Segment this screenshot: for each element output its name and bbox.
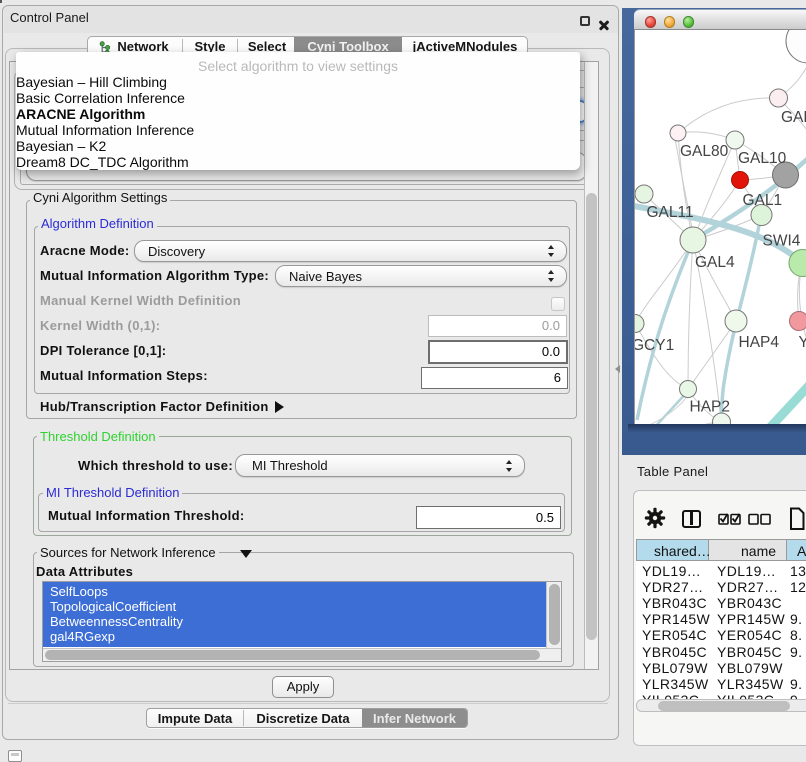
svg-text:GAL10: GAL10 [738, 150, 787, 167]
svg-text:GAL11: GAL11 [647, 204, 694, 221]
svg-text:GAL1: GAL1 [743, 192, 783, 209]
svg-text:GAL4: GAL4 [695, 254, 735, 271]
svg-text:GAL80: GAL80 [680, 143, 729, 160]
svg-text:HAP2: HAP2 [690, 399, 731, 416]
svg-text:Y: Y [799, 334, 806, 351]
svg-text:GAL2: GAL2 [781, 109, 806, 126]
svg-text:SWI4: SWI4 [763, 233, 801, 250]
svg-text:GCY1: GCY1 [635, 337, 674, 354]
svg-text:HAP4: HAP4 [739, 334, 780, 351]
